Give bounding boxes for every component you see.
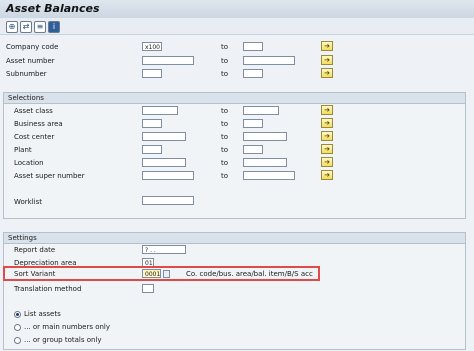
company-code-input[interactable]: x100 bbox=[142, 42, 162, 51]
selections-section: Selections bbox=[3, 92, 466, 219]
company-code-to-label: to bbox=[221, 43, 229, 51]
business-area-multiple-selection-button[interactable]: ➔ bbox=[321, 118, 333, 128]
asset-class-to-label: to bbox=[221, 107, 229, 115]
asset-super-number-to-input[interactable] bbox=[243, 171, 295, 180]
sort-variant-input[interactable]: 0001 bbox=[142, 269, 161, 278]
business-area-to-input[interactable] bbox=[243, 119, 263, 128]
asset-class-multiple-selection-button[interactable]: ➔ bbox=[321, 105, 333, 115]
asset-class-label: Asset class bbox=[14, 107, 53, 115]
cost-center-input[interactable] bbox=[142, 132, 186, 141]
selection-options-icon[interactable]: ≡ bbox=[34, 21, 46, 33]
worklist-input[interactable] bbox=[142, 196, 194, 205]
cost-center-label: Cost center bbox=[14, 133, 55, 141]
plant-input[interactable] bbox=[142, 145, 162, 154]
worklist-label: Worklist bbox=[14, 198, 43, 206]
subnumber-multiple-selection-button[interactable]: ➔ bbox=[321, 68, 333, 78]
location-label: Location bbox=[14, 159, 44, 167]
main-numbers-only-label: ... or main numbers only bbox=[24, 323, 110, 331]
cost-center-to-label: to bbox=[221, 133, 229, 141]
company-code-label: Company code bbox=[6, 43, 59, 51]
location-to-label: to bbox=[221, 159, 229, 167]
plant-to-input[interactable] bbox=[243, 145, 263, 154]
translation-method-label: Translation method bbox=[14, 285, 82, 293]
location-to-input[interactable] bbox=[243, 158, 287, 167]
title-bar: Asset Balances bbox=[0, 0, 474, 19]
business-area-label: Business area bbox=[14, 120, 63, 128]
subnumber-input[interactable] bbox=[142, 69, 162, 78]
asset-super-number-input[interactable] bbox=[142, 171, 194, 180]
list-assets-label: List assets bbox=[24, 310, 61, 318]
get-variant-icon[interactable]: ⇄ bbox=[20, 21, 32, 33]
report-date-input[interactable]: ? . . bbox=[142, 245, 186, 254]
cost-center-to-input[interactable] bbox=[243, 132, 287, 141]
location-input[interactable] bbox=[142, 158, 186, 167]
location-multiple-selection-button[interactable]: ➔ bbox=[321, 157, 333, 167]
asset-super-number-label: Asset super number bbox=[14, 172, 85, 180]
list-assets-radio[interactable] bbox=[14, 311, 21, 318]
asset-super-number-to-label: to bbox=[221, 172, 229, 180]
sort-variant-description: Co. code/bus. area/bal. item/B/S acc bbox=[186, 270, 313, 278]
asset-class-to-input[interactable] bbox=[243, 106, 279, 115]
subnumber-to-input[interactable] bbox=[243, 69, 263, 78]
translation-method-input[interactable] bbox=[142, 284, 154, 293]
info-icon[interactable]: i bbox=[48, 21, 60, 33]
company-code-to-input[interactable] bbox=[243, 42, 263, 51]
cost-center-multiple-selection-button[interactable]: ➔ bbox=[321, 131, 333, 141]
business-area-input[interactable] bbox=[142, 119, 162, 128]
company-code-multiple-selection-button[interactable]: ➔ bbox=[321, 41, 333, 51]
asset-number-input[interactable] bbox=[142, 56, 194, 65]
sort-variant-search-help-icon[interactable] bbox=[163, 270, 170, 278]
plant-to-label: to bbox=[221, 146, 229, 154]
asset-number-to-label: to bbox=[221, 57, 229, 65]
asset-super-number-multiple-selection-button[interactable]: ➔ bbox=[321, 170, 333, 180]
business-area-to-label: to bbox=[221, 120, 229, 128]
main-numbers-only-radio[interactable] bbox=[14, 324, 21, 331]
report-date-label: Report date bbox=[14, 246, 56, 254]
asset-number-to-input[interactable] bbox=[243, 56, 295, 65]
subnumber-to-label: to bbox=[221, 70, 229, 78]
selections-header: Selections bbox=[4, 93, 465, 104]
plant-multiple-selection-button[interactable]: ➔ bbox=[321, 144, 333, 154]
plant-label: Plant bbox=[14, 146, 32, 154]
sort-variant-label: Sort Variant bbox=[14, 270, 56, 278]
asset-number-multiple-selection-button[interactable]: ➔ bbox=[321, 55, 333, 65]
asset-number-label: Asset number bbox=[6, 57, 55, 65]
settings-header: Settings bbox=[4, 233, 465, 244]
group-totals-only-radio[interactable] bbox=[14, 337, 21, 344]
subnumber-label: Subnumber bbox=[6, 70, 47, 78]
application-toolbar: ⊕ ⇄ ≡ i bbox=[0, 18, 474, 35]
group-totals-only-label: ... or group totals only bbox=[24, 336, 102, 344]
page-title: Asset Balances bbox=[6, 2, 100, 15]
asset-class-input[interactable] bbox=[142, 106, 178, 115]
execute-icon[interactable]: ⊕ bbox=[6, 21, 18, 33]
